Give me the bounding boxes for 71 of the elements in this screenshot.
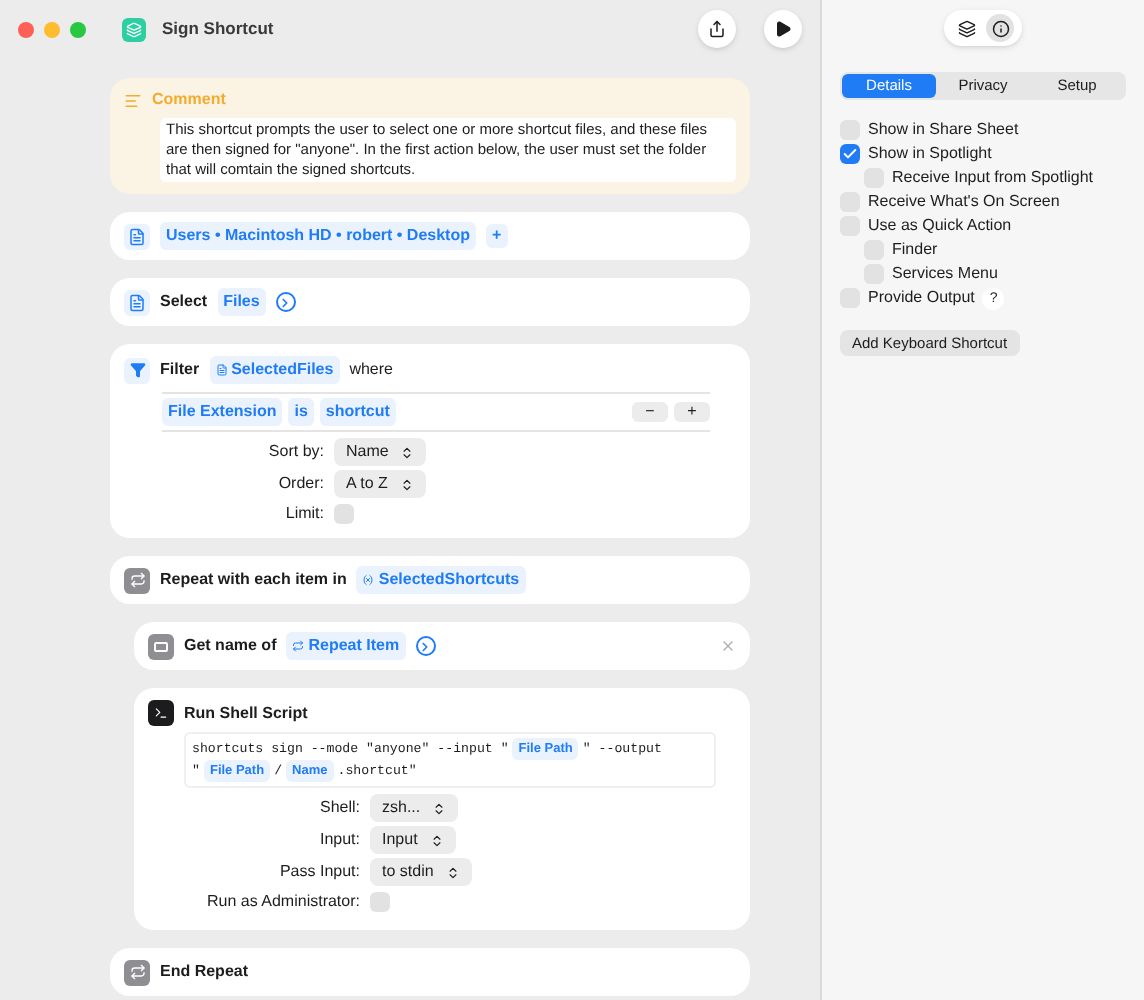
- share-button[interactable]: [698, 10, 736, 48]
- option-label: Limit:: [283, 502, 324, 526]
- up-down-chevron-icon: [432, 801, 447, 815]
- comment-icon: [124, 91, 142, 109]
- add-button[interactable]: +: [674, 402, 710, 422]
- option-label: Services Menu: [892, 262, 998, 286]
- minimize-button[interactable]: [44, 21, 60, 37]
- action-title: Get name of: [184, 634, 277, 658]
- option-label: Provide Output: [868, 286, 975, 310]
- repeat-icon: [124, 959, 150, 985]
- variable-token[interactable]: File Extension: [162, 398, 283, 426]
- add-button[interactable]: +: [486, 224, 508, 248]
- checkbox[interactable]: [840, 144, 860, 164]
- popup-menu[interactable]: Name: [334, 438, 427, 466]
- popup-menu[interactable]: A to Z: [334, 470, 426, 498]
- repeat-icon: [292, 640, 305, 652]
- action-text: where: [349, 358, 393, 382]
- up-down-chevron-icon: [400, 445, 415, 459]
- option-label: Finder: [892, 238, 938, 262]
- variable-token[interactable]: shortcut: [319, 398, 396, 426]
- document-icon: [124, 289, 150, 315]
- option-label: Shell:: [317, 796, 360, 820]
- popup-menu[interactable]: to stdin: [370, 858, 472, 886]
- option-label: Receive What's On Screen: [868, 190, 1060, 214]
- close-window-button[interactable]: [18, 21, 34, 37]
- info-icon[interactable]: [986, 14, 1014, 42]
- document-icon: [215, 364, 228, 376]
- action-title: Select: [160, 290, 208, 314]
- text-format-icon: [148, 633, 174, 659]
- option-label: Run as Administrator:: [205, 890, 360, 914]
- app-icon: [122, 17, 146, 41]
- window-title: Sign Shortcut: [162, 16, 274, 42]
- option-label: Receive Input from Spotlight: [892, 166, 1093, 190]
- up-down-chevron-icon: [399, 477, 414, 491]
- option-label: Show in Share Sheet: [868, 118, 1019, 142]
- share-icon: [708, 20, 726, 38]
- folder-path[interactable]: Users • Macintosh HD • robert • Desktop: [160, 222, 476, 250]
- option-label: Use as Quick Action: [868, 214, 1012, 238]
- action-title: End Repeat: [160, 960, 249, 984]
- option-label: Show in Spotlight: [868, 142, 992, 166]
- variable-token[interactable]: Files: [217, 288, 266, 316]
- expand-icon[interactable]: [275, 292, 296, 312]
- variable-icon: [362, 574, 375, 586]
- filter-icon: [124, 357, 150, 383]
- option-label: Order:: [276, 472, 324, 496]
- variable-token[interactable]: Repeat Item: [286, 632, 406, 660]
- repeat-icon: [124, 567, 150, 593]
- up-down-chevron-icon: [445, 865, 460, 879]
- popup-menu[interactable]: zsh...: [370, 794, 459, 822]
- variable-token[interactable]: is: [288, 398, 314, 426]
- checkbox[interactable]: [334, 504, 354, 524]
- option-label: Input:: [317, 828, 360, 852]
- option-label: Pass Input:: [277, 860, 360, 884]
- terminal-icon: [148, 700, 174, 726]
- remove-button[interactable]: −: [632, 402, 668, 422]
- popup-menu[interactable]: Input: [370, 826, 456, 854]
- up-down-chevron-icon: [429, 833, 444, 847]
- checkbox[interactable]: [370, 892, 390, 912]
- run-button[interactable]: [764, 10, 802, 48]
- comment-title: Comment: [152, 88, 226, 112]
- document-icon: [124, 223, 150, 249]
- option-label: Sort by:: [266, 440, 324, 464]
- expand-icon[interactable]: [415, 636, 436, 656]
- close-icon[interactable]: [720, 638, 736, 654]
- action-title: Run Shell Script: [184, 701, 308, 725]
- variable-token[interactable]: SelectedFiles: [209, 356, 340, 384]
- play-icon: [774, 20, 792, 38]
- variable-token[interactable]: SelectedShortcuts: [356, 566, 526, 594]
- zoom-button[interactable]: [70, 21, 86, 37]
- action-title: Repeat with each item in: [160, 568, 347, 592]
- action-title: Filter: [160, 358, 200, 382]
